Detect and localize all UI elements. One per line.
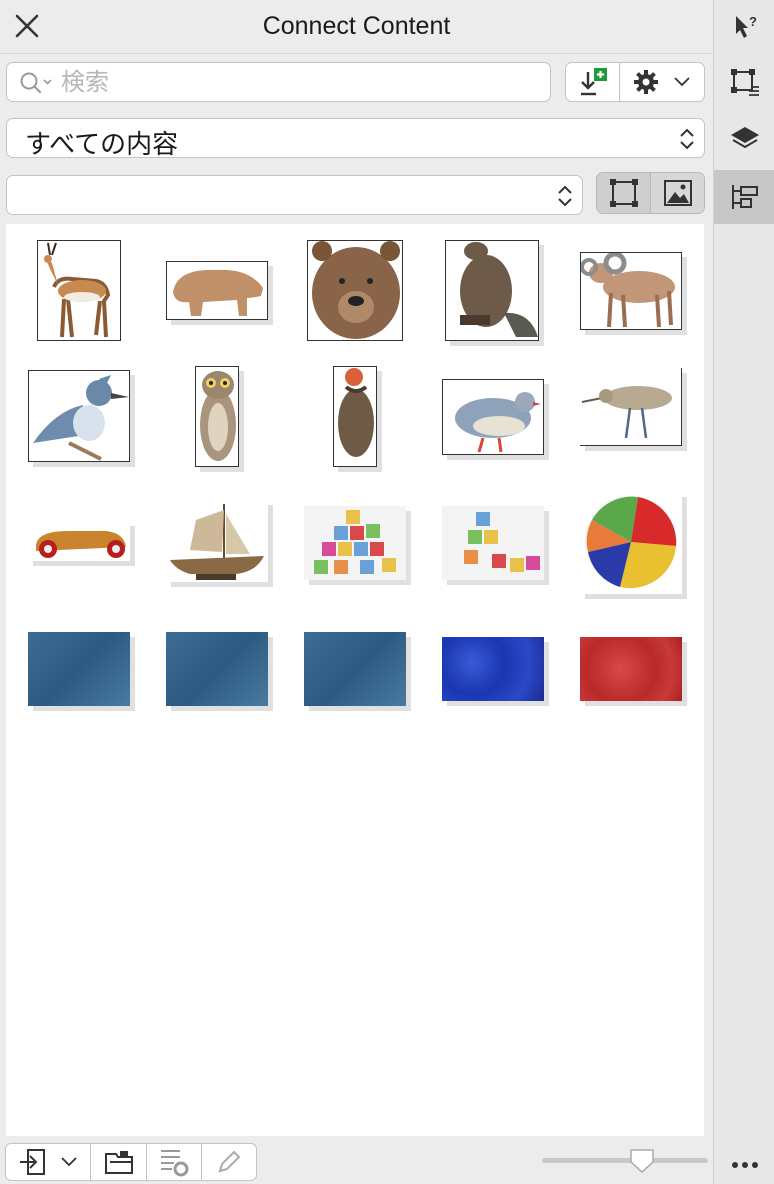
- import-settings-group: [565, 62, 705, 102]
- folder-button[interactable]: [91, 1144, 147, 1180]
- thumbnail[interactable]: [445, 240, 544, 346]
- title-bar: Connect Content: [0, 0, 713, 54]
- blue-texture-image: [28, 632, 130, 706]
- image-icon: [663, 180, 692, 206]
- blue-texture-image: [166, 632, 268, 706]
- bighorn-sheep-image: [580, 251, 675, 328]
- cobalt-texture-image: [442, 637, 544, 701]
- thumbnail[interactable]: [28, 632, 135, 711]
- bottom-button-group: [5, 1143, 257, 1181]
- right-toolbar: ?: [713, 0, 774, 1184]
- vulture-image: [338, 368, 374, 457]
- thumbnail[interactable]: [580, 637, 687, 706]
- thumbnail[interactable]: [28, 521, 135, 566]
- panel-title: Connect Content: [262, 12, 451, 40]
- updown-arrows-icon: [558, 185, 572, 207]
- thumbnail[interactable]: [580, 368, 687, 451]
- zoom-slider-track[interactable]: [542, 1158, 708, 1163]
- thumbnail[interactable]: [580, 251, 687, 335]
- beaver-image: [460, 242, 538, 337]
- thumbnail[interactable]: [304, 632, 411, 711]
- bear-head-image: [312, 241, 400, 339]
- gear-icon: [634, 70, 658, 94]
- owl-image: [200, 371, 236, 461]
- kingfisher-image: [33, 375, 129, 461]
- thumbnail[interactable]: [166, 500, 273, 587]
- folder-icon: [104, 1151, 133, 1174]
- toy-blocks-image: [464, 512, 540, 572]
- thumbnail[interactable]: [304, 506, 411, 585]
- chevron-down-icon: [674, 77, 690, 87]
- svg-text:?: ?: [749, 14, 757, 29]
- brown-bear-image: [173, 269, 263, 316]
- import-icon: [580, 68, 607, 96]
- folder-select[interactable]: すべての内容: [6, 118, 705, 160]
- view-mode-toggle: [596, 172, 705, 214]
- settings-button[interactable]: [620, 63, 704, 101]
- thumbnail[interactable]: [333, 366, 382, 472]
- red-texture-image: [580, 637, 682, 701]
- more-button[interactable]: [714, 1138, 774, 1184]
- chevron-down-icon: [61, 1157, 77, 1167]
- rail-bird-image: [581, 386, 672, 439]
- toy-race-car-image: [36, 531, 126, 558]
- library-settings-button[interactable]: [147, 1144, 203, 1180]
- pronghorn-image: [44, 242, 111, 338]
- thumbnail[interactable]: [442, 506, 549, 585]
- updown-arrows-icon: [680, 128, 694, 150]
- layers-button[interactable]: [714, 112, 774, 166]
- more-icon: [731, 1162, 758, 1168]
- pointer-question-icon: ?: [735, 14, 757, 38]
- thumbnail[interactable]: [166, 261, 273, 325]
- import-content-button[interactable]: [6, 1144, 92, 1180]
- edit-button[interactable]: [202, 1144, 256, 1180]
- blue-texture-image: [304, 632, 406, 706]
- model-sailboat-image: [170, 504, 264, 580]
- thumbnail[interactable]: [37, 240, 121, 341]
- search-input[interactable]: [61, 67, 531, 97]
- transform-button[interactable]: [714, 56, 774, 110]
- import-into-icon: [20, 1149, 46, 1175]
- frame-icon: [609, 179, 638, 207]
- thumbnail[interactable]: [580, 492, 687, 599]
- bottom-toolbar: [0, 1136, 713, 1184]
- zoom-slider-thumb[interactable]: [628, 1147, 656, 1175]
- thumbnail[interactable]: [28, 370, 135, 467]
- connect-content-button[interactable]: [714, 170, 774, 224]
- thumbnail[interactable]: [442, 379, 549, 460]
- thumbnail[interactable]: [166, 632, 273, 711]
- layers-icon: [730, 127, 759, 149]
- filter-select[interactable]: [6, 175, 583, 215]
- search-icon[interactable]: [19, 71, 57, 100]
- list-gear-icon: [161, 1150, 189, 1177]
- thumbnail[interactable]: [307, 240, 403, 341]
- beach-ball-image: [585, 496, 677, 589]
- folder-select-value: すべての内容: [25, 130, 179, 160]
- connect-content-panel: Connect Content 検索 すべての内容: [0, 0, 713, 1184]
- thumbnail[interactable]: [442, 637, 549, 706]
- search-box[interactable]: [6, 62, 551, 102]
- hints-button[interactable]: ?: [714, 0, 774, 54]
- partridge-image: [455, 392, 541, 453]
- image-view-button[interactable]: [651, 173, 704, 213]
- letter-blocks-image: [314, 510, 396, 574]
- frame-view-button[interactable]: [597, 173, 651, 213]
- import-button[interactable]: [566, 63, 620, 101]
- connect-content-icon: [731, 185, 758, 209]
- content-grid: [6, 224, 704, 1136]
- transform-icon: [730, 69, 759, 96]
- thumbnail[interactable]: [195, 366, 244, 472]
- pencil-icon: [218, 1150, 241, 1173]
